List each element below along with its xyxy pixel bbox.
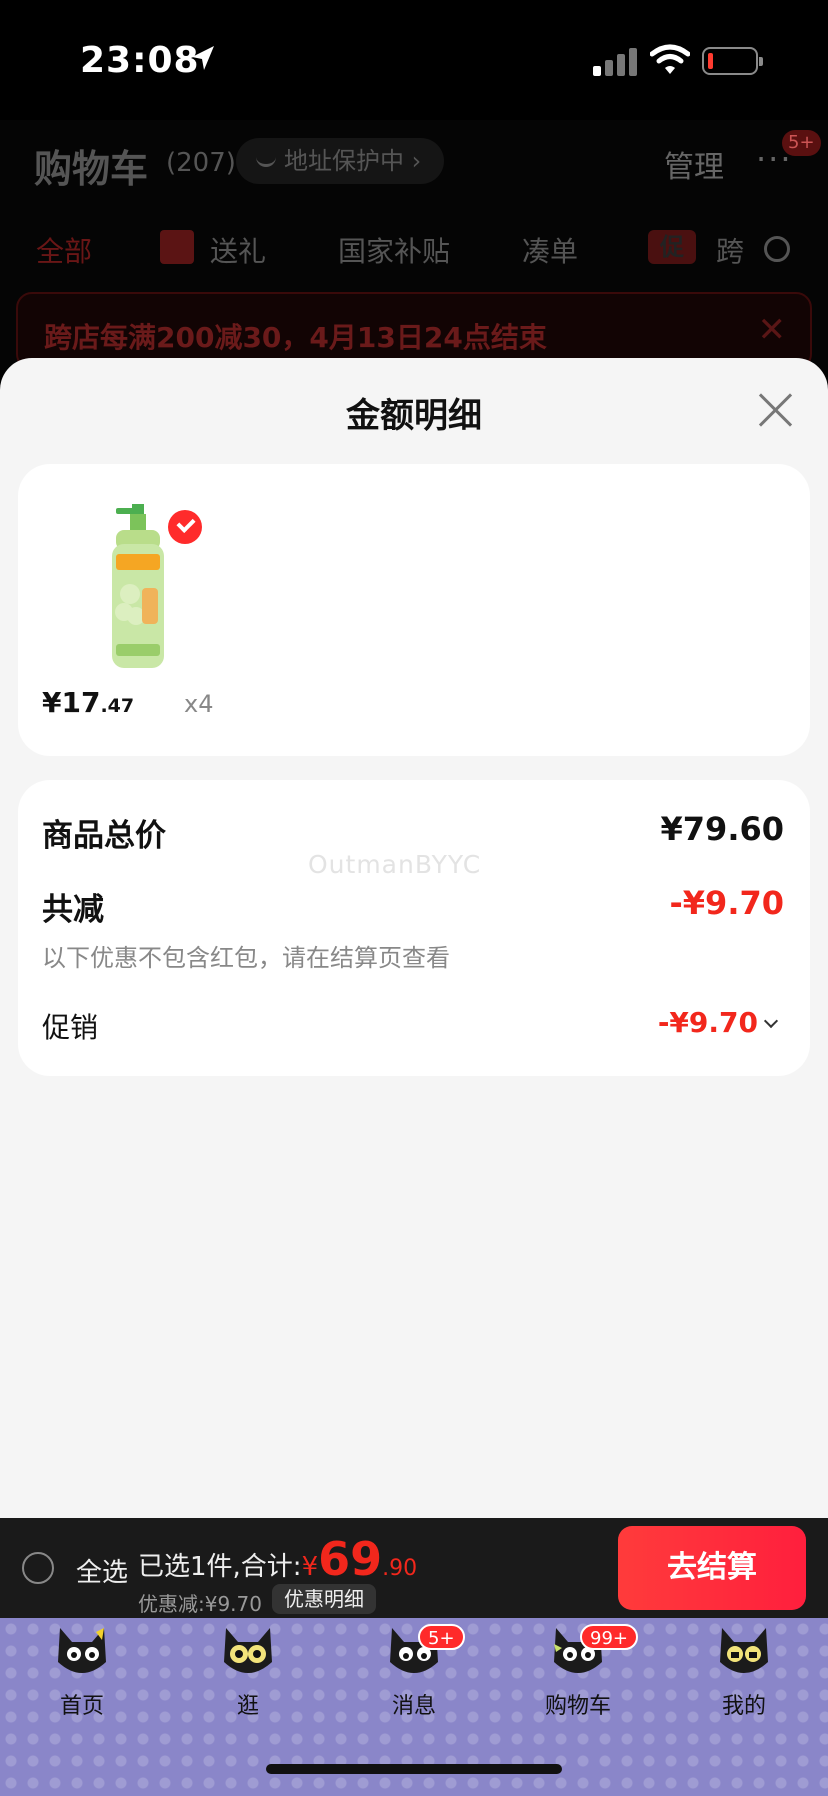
total-value: ¥79.60 [660,810,784,848]
amount-detail-sheet: 金额明细 ¥17.47 x4 OutmanBYYC 商品总价 ¥79.60 共减… [0,358,828,1518]
total-integer: 69 [318,1532,383,1586]
sheet-title: 金额明细 [346,396,482,436]
tab-gift[interactable]: 送礼 [210,230,266,270]
location-arrow-icon [192,46,214,70]
select-all-radio[interactable] [22,1552,54,1584]
product-image[interactable] [102,504,174,674]
cellular-signal-icon [593,46,637,76]
tab-messages-label: 消息 [391,1694,436,1719]
tab-cart-label: 购物车 [544,1694,611,1719]
tab-national-subsidy[interactable]: 国家补贴 [338,230,450,270]
promo-banner-text: 跨店每满200减30，4月13日24点结束 [44,321,547,354]
tab-bundle[interactable]: 凑单 [522,230,578,270]
close-icon[interactable] [756,390,796,430]
tab-cross-store[interactable]: 跨 [716,230,744,270]
chevron-down-icon[interactable] [763,1013,779,1029]
promo-value[interactable]: -¥9.70 [658,1006,758,1039]
cart-page-background: 购物车 (207) 地址保护中 › 管理 ··· 5+ 全部 送礼 国家补贴 凑… [0,120,828,370]
discount-value: -¥9.70 [669,884,785,922]
tab-home[interactable]: 首页 [22,1618,142,1738]
discount-detail-button[interactable]: 优惠明细 [272,1584,376,1614]
cart-count: (207) [166,148,236,178]
tab-explore[interactable]: 逛 [188,1618,308,1738]
cat-mine-icon [720,1628,768,1673]
total-currency: ¥ [301,1552,319,1582]
checkout-button[interactable]: 去结算 [618,1526,806,1610]
cart-badge: 99+ [580,1624,638,1650]
cat-explore-icon [224,1628,272,1673]
total-label: 商品总价 [42,818,166,854]
home-indicator[interactable] [266,1764,562,1774]
status-time: 23:08 [80,40,200,81]
wifi-icon [650,44,690,74]
banner-close-icon[interactable]: ✕ [758,310,787,350]
cart-title: 购物车 [34,147,149,191]
total-summary: 已选1件,合计:¥69.90 [138,1532,417,1586]
address-protection-chip[interactable]: 地址保护中 › [236,138,444,184]
discount-summary: 优惠减:¥9.70 [138,1592,262,1616]
product-price: ¥17.47 [42,686,135,719]
manage-button[interactable]: 管理 [664,142,724,186]
smile-icon [256,157,276,167]
promo-tag: 促 [648,230,696,264]
gift-icon [160,230,194,264]
selected-check-icon[interactable] [168,510,202,544]
tab-cart[interactable]: 购物车 99+ [518,1618,638,1738]
promo-label[interactable]: 促销 [42,1006,98,1046]
battery-icon [702,47,763,75]
tab-home-label: 首页 [59,1694,104,1719]
messages-badge: 5+ [418,1624,465,1650]
discount-note: 以下优惠不包含红包，请在结算页查看 [42,944,450,972]
tab-messages[interactable]: 消息 5+ [354,1618,474,1738]
tab-mine-label: 我的 [721,1694,766,1719]
product-quantity: x4 [184,690,214,718]
checkout-bar: 全选 已选1件,合计:¥69.90 优惠减:¥9.70 优惠明细 去结算 [0,1518,828,1618]
search-icon[interactable] [764,236,790,262]
tab-explore-label: 逛 [236,1694,259,1719]
total-decimal: .90 [382,1556,418,1581]
selected-count-text: 已选1件,合计: [138,1552,302,1582]
product-card: ¥17.47 x4 [18,464,810,756]
tab-mine[interactable]: 我的 [684,1618,804,1738]
status-bar: 23:08 [0,0,828,120]
cat-home-icon [58,1628,106,1673]
more-badge: 5+ [782,130,821,156]
watermark: OutmanBYYC [308,850,482,879]
discount-label: 共减 [42,892,104,928]
summary-card: OutmanBYYC 商品总价 ¥79.60 共减 -¥9.70 以下优惠不包含… [18,780,810,1076]
cart-tabs: 全部 送礼 国家补贴 凑单 跨 [0,230,828,280]
tab-all[interactable]: 全部 [36,230,92,270]
select-all-label[interactable]: 全选 [76,1552,128,1589]
